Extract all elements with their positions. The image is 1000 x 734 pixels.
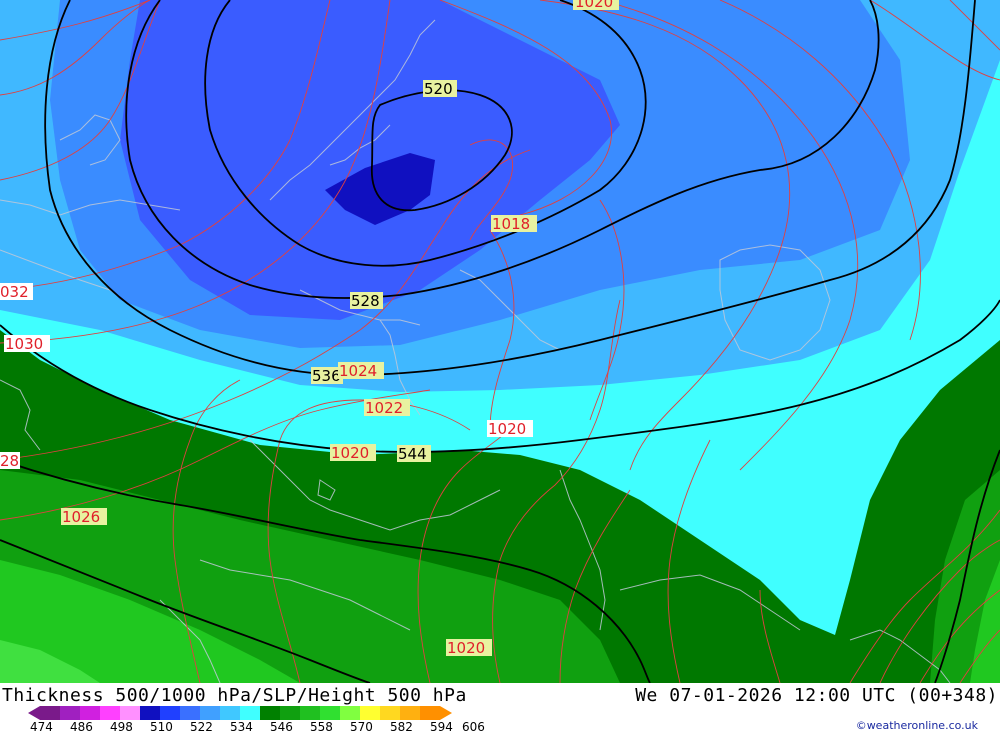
svg-text:544: 544: [398, 445, 427, 463]
legend-swatch: [340, 706, 360, 720]
legend-swatch: [100, 706, 120, 720]
legend-swatch: [280, 706, 300, 720]
svg-text:1026: 1026: [62, 508, 100, 526]
legend-tick-label: 606: [462, 720, 485, 734]
legend-arrow-left: [28, 706, 40, 720]
svg-text:1020: 1020: [447, 639, 485, 657]
legend-swatch: [140, 706, 160, 720]
svg-text:1020: 1020: [575, 0, 613, 11]
valid-time: We 07-01-2026 12:00 UTC (00+348): [635, 685, 998, 706]
map-canvas: 1020 520 1018 528 032 1030 536 1024 1022…: [0, 0, 1000, 683]
legend-swatch: [220, 706, 240, 720]
label-1020-bottom: 1020: [446, 639, 492, 657]
legend-tick-label: 546: [270, 720, 293, 734]
legend-swatch: [160, 706, 180, 720]
map-title: Thickness 500/1000 hPa/SLP/Height 500 hP…: [2, 685, 467, 706]
svg-text:032: 032: [0, 283, 29, 301]
legend-swatch: [240, 706, 260, 720]
legend-tick-label: 510: [150, 720, 173, 734]
color-scale-bar: [28, 706, 452, 720]
label-28: 28: [0, 452, 20, 470]
legend-swatch: [180, 706, 200, 720]
label-520: 520: [423, 80, 457, 98]
map-footer: Thickness 500/1000 hPa/SLP/Height 500 hP…: [0, 683, 1000, 734]
legend-swatch: [420, 706, 440, 720]
label-1030: 1030: [4, 335, 50, 353]
svg-text:1020: 1020: [331, 444, 369, 462]
svg-text:528: 528: [351, 292, 380, 310]
weather-map: 1020 520 1018 528 032 1030 536 1024 1022…: [0, 0, 1000, 683]
svg-text:520: 520: [424, 80, 453, 98]
label-528: 528: [350, 292, 383, 310]
label-1018: 1018: [491, 215, 537, 233]
svg-text:1024: 1024: [339, 362, 377, 380]
legend-tick-label: 522: [190, 720, 213, 734]
credit-link[interactable]: ©weatheronline.co.uk: [856, 719, 978, 732]
legend-tick-label: 558: [310, 720, 333, 734]
legend-tick-label: 582: [390, 720, 413, 734]
label-1020-top: 1020: [573, 0, 619, 11]
legend-swatch: [300, 706, 320, 720]
label-1024: 1024: [338, 362, 384, 380]
label-032: 032: [0, 283, 33, 301]
legend-arrow-right: [440, 706, 452, 720]
legend-swatch: [60, 706, 80, 720]
legend-swatch: [400, 706, 420, 720]
svg-text:28: 28: [0, 452, 19, 470]
legend-swatch: [320, 706, 340, 720]
legend-swatch: [380, 706, 400, 720]
legend-tick-label: 498: [110, 720, 133, 734]
legend-swatch: [120, 706, 140, 720]
legend-tick-label: 594: [430, 720, 453, 734]
label-544: 544: [397, 445, 431, 463]
label-1020-mid: 1020: [487, 420, 533, 438]
svg-text:536: 536: [312, 367, 341, 385]
label-1022: 1022: [364, 399, 410, 417]
legend-swatch: [260, 706, 280, 720]
svg-text:1022: 1022: [365, 399, 403, 417]
label-1020-left: 1020: [330, 444, 376, 462]
legend-tick-label: 486: [70, 720, 93, 734]
svg-text:1030: 1030: [5, 335, 43, 353]
svg-text:1018: 1018: [492, 215, 530, 233]
legend-tick-label: 570: [350, 720, 373, 734]
legend-swatch: [80, 706, 100, 720]
legend-swatch: [200, 706, 220, 720]
legend-swatch: [360, 706, 380, 720]
color-scale-ticks: 474 486 498 510 522 534 546 558 570 582 594 606: [30, 720, 510, 734]
svg-text:1020: 1020: [488, 420, 526, 438]
legend-tick-label: 534: [230, 720, 253, 734]
legend-tick-label: 474: [30, 720, 53, 734]
label-1026: 1026: [61, 508, 107, 526]
legend-swatch: [40, 706, 60, 720]
